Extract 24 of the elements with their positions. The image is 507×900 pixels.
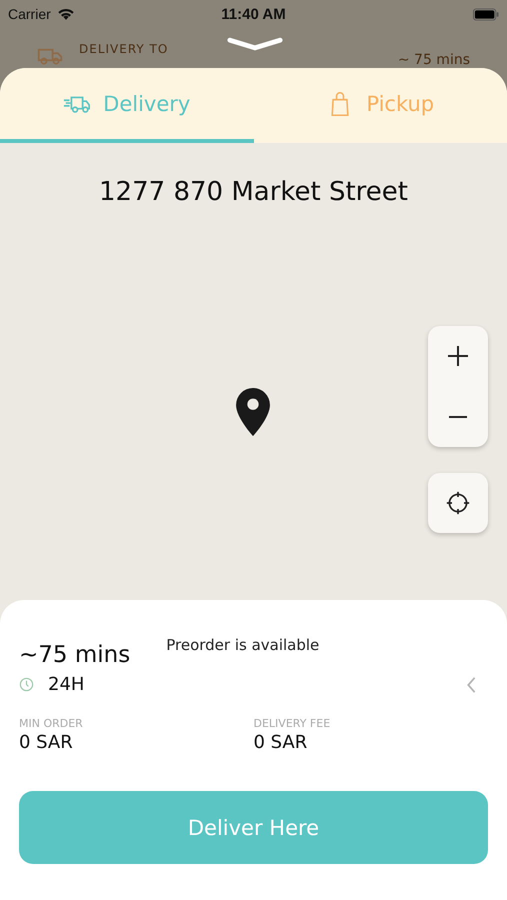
eta-text: ~ 75 mins xyxy=(398,52,470,68)
tab[interactable]: Delivery xyxy=(0,68,254,143)
carrier-name: Carrier xyxy=(8,6,51,22)
stat-value: 0 SAR xyxy=(19,732,74,753)
stat-label: DELIVERY FEE xyxy=(254,717,332,730)
tab[interactable]: Pickup xyxy=(254,68,507,143)
stat-label: MIN ORDER xyxy=(19,717,84,730)
status-time: 11:40 AM xyxy=(220,6,287,22)
chevron-down-icon[interactable] xyxy=(226,36,284,52)
delivery-to-label: DELIVERY TO xyxy=(79,42,168,56)
eta-text: ~75 mins xyxy=(19,642,130,668)
deliver-here-button[interactable]: Deliver Here xyxy=(19,791,488,864)
map-pin-icon xyxy=(235,388,271,436)
preorder-text: Preorder is available xyxy=(166,636,320,654)
battery-icon xyxy=(473,8,499,20)
wifi-icon xyxy=(56,8,75,20)
address-text: 1277 870 Market Street xyxy=(99,177,408,207)
crosshair-icon xyxy=(446,491,470,515)
locate-button[interactable] xyxy=(428,473,488,533)
map-area[interactable]: 1277 870 Market Street xyxy=(0,143,507,600)
hours-text: 24H xyxy=(48,674,84,695)
zoom-in-icon[interactable] xyxy=(446,344,470,368)
clock-icon xyxy=(19,677,34,692)
stat-value: 0 SAR xyxy=(254,732,308,753)
